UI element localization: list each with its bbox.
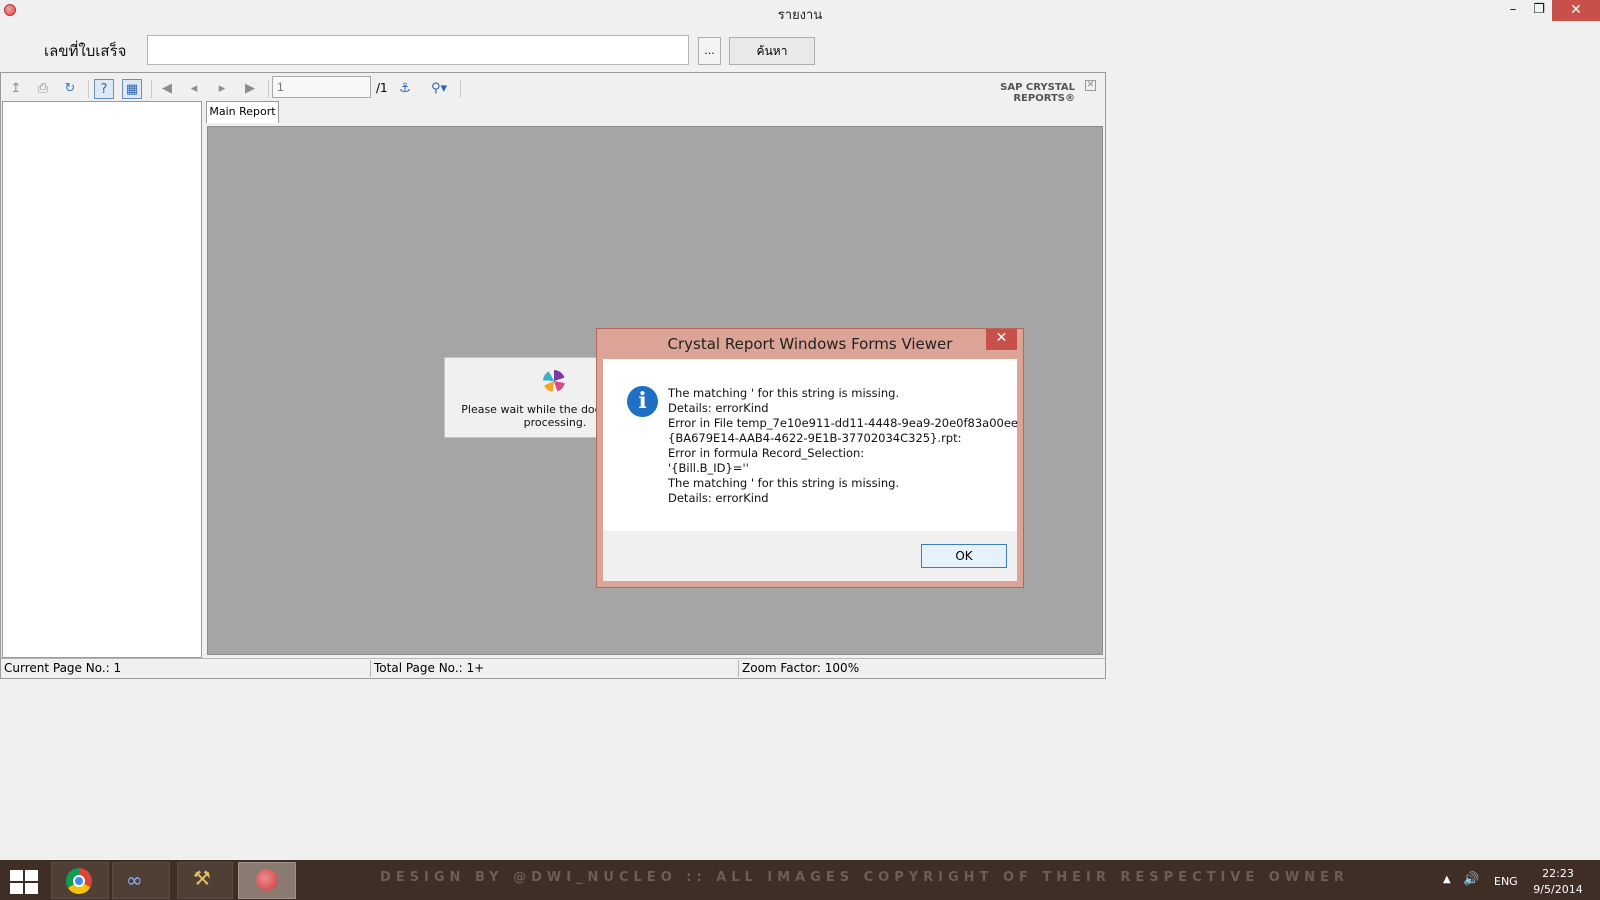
help-icon[interactable]: ? [94, 79, 114, 99]
group-tree-icon[interactable]: ▦ [122, 79, 142, 99]
toolbar-separator [88, 80, 89, 98]
info-icon: i [627, 386, 658, 417]
spinner-icon [543, 370, 565, 392]
dialog-close-button[interactable]: ✕ [986, 329, 1017, 350]
search-button[interactable]: ค้นหา [729, 37, 815, 65]
tab-main-report[interactable]: Main Report [206, 101, 279, 123]
print-icon[interactable]: ⎙ [33, 79, 53, 99]
toolbar-separator [268, 80, 269, 98]
sap-brand-label: SAP CRYSTAL REPORTS® [1000, 82, 1075, 104]
message-line: Error in File temp_7e10e911-dd11-4448-9e… [668, 416, 1019, 430]
toolbar-separator [460, 80, 461, 98]
export-icon[interactable]: ↥ [6, 79, 26, 99]
language-indicator[interactable]: ENG [1494, 875, 1518, 888]
last-page-icon[interactable]: ▶ [240, 79, 260, 99]
message-line: The matching ' for this string is missin… [668, 476, 900, 490]
windows-start-icon[interactable] [10, 870, 40, 894]
message-line: Error in formula Record_Selection: [668, 446, 865, 460]
minimize-icon[interactable]: – [1500, 0, 1526, 22]
report-app-icon [256, 869, 278, 891]
browse-button[interactable]: ... [698, 37, 721, 65]
volume-icon[interactable]: 🔊 [1463, 872, 1479, 887]
visual-studio-icon: ∞ [126, 868, 143, 892]
page-number-input[interactable] [272, 76, 371, 98]
refresh-icon[interactable]: ↻ [60, 79, 80, 99]
dialog-title: Crystal Report Windows Forms Viewer [667, 335, 953, 353]
toolbar-separator [151, 80, 152, 98]
current-page-status: Current Page No.: 1 [4, 661, 122, 675]
clock-time: 22:23 [1542, 867, 1574, 880]
find-icon[interactable]: ⚓ [395, 79, 415, 99]
status-bar [1, 658, 1105, 678]
next-page-icon[interactable]: ▸ [212, 79, 232, 99]
bill-number-label: เลขที่ใบเสร็จ [44, 42, 127, 60]
chrome-icon [66, 868, 92, 894]
clock-date: 9/5/2014 [1533, 883, 1583, 896]
tray-expand-icon[interactable]: ▲ [1443, 874, 1451, 885]
close-view-icon[interactable]: ✕ [1085, 80, 1096, 91]
error-message: The matching ' for this string is missin… [668, 386, 1019, 506]
status-divider [370, 660, 371, 677]
page-total: /1 [376, 81, 388, 95]
message-line: Details: errorKind [668, 491, 769, 505]
zoom-status: Zoom Factor: 100% [742, 661, 860, 675]
status-divider [738, 660, 739, 677]
message-line: Details: errorKind [668, 401, 769, 415]
prev-page-icon[interactable]: ◂ [184, 79, 204, 99]
taskbar-watermark: DESIGN BY @DWI_NUCLEO :: ALL IMAGES COPY… [380, 870, 1349, 885]
restore-icon[interactable]: ❐ [1526, 0, 1552, 22]
tools-icon: ⚒ [193, 866, 211, 890]
window-title: รายงาน [777, 8, 823, 23]
total-page-status: Total Page No.: 1+ [374, 661, 485, 675]
ok-button[interactable]: OK [921, 544, 1007, 568]
close-window-button[interactable]: ✕ [1552, 0, 1600, 21]
message-line: '{Bill.B_ID}='' [668, 461, 749, 475]
group-tree-panel[interactable] [2, 101, 202, 658]
message-line: {BA679E14-AAB4-4622-9E1B-37702034C325}.r… [668, 431, 962, 445]
message-line: The matching ' for this string is missin… [668, 386, 900, 400]
first-page-icon[interactable]: ◀ [157, 79, 177, 99]
bill-number-input[interactable] [147, 35, 689, 65]
clock[interactable]: 22:23 9/5/2014 [1528, 866, 1588, 898]
zoom-icon[interactable]: ⚲▾ [424, 79, 454, 99]
